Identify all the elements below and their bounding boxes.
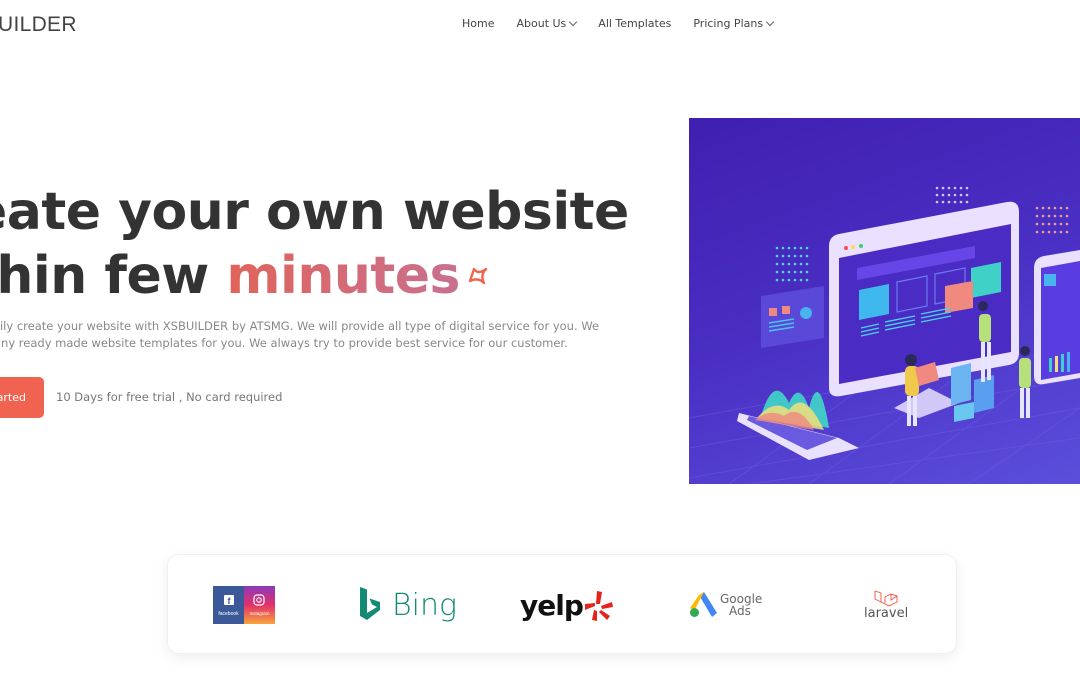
dot-grid-right [1035,206,1069,234]
hero-title-accent: minutes [226,246,460,306]
partner-logos-strip: f facebook Instagram Bing yelp Google Ad… [167,554,957,654]
logo-laravel[interactable]: laravel [864,555,908,655]
nav-home[interactable]: Home [462,17,494,30]
nav-pricing-label: Pricing Plans [693,17,764,30]
bing-icon [360,587,380,620]
nav-pricing-plans[interactable]: Pricing Plans [693,17,775,30]
right-screen [1034,250,1080,385]
hero-title-line1: eate your own website [0,182,629,242]
google-ads-label: Google Ads [720,593,762,617]
laravel-label: laravel [864,605,909,621]
main-nav: Home About Us All Templates Pricing Plan… [462,17,795,30]
chevron-down-icon [569,17,578,27]
facebook-instagram-icon: f facebook Instagram [213,586,275,624]
bing-label: Bing [392,587,457,623]
logo-facebook-instagram[interactable]: f facebook Instagram [213,555,275,655]
nav-templates-label: All Templates [598,17,672,30]
website-builder-illustration [689,186,1080,484]
nav-about-label: About Us [516,17,567,30]
logo-google-ads[interactable]: Google Ads [690,555,762,655]
hero-illustration [689,118,1080,484]
hero-title: eate your own website thin few minutes [0,180,629,308]
google-ads-label-line2: Ads [729,604,751,618]
sparkle-icon [468,267,488,285]
google-ads-icon [690,592,717,617]
nav-all-templates[interactable]: All Templates [598,17,671,30]
logo-yelp[interactable]: yelp [520,555,613,655]
nav-home-label: Home [462,17,495,30]
yelp-burst-icon [584,591,613,621]
site-logo[interactable]: UILDER [0,13,77,37]
get-started-button[interactable]: arted [0,377,44,418]
hero-title-line2: thin few [0,246,209,306]
svg-text:Instagram: Instagram [249,611,269,616]
side-card [761,286,824,348]
dot-grid-left [775,246,809,282]
chevron-down-icon [765,17,775,27]
logo-bing[interactable]: Bing [358,555,457,655]
trial-note: 10 Days for free trial , No card require… [56,390,283,404]
svg-text:facebook: facebook [218,611,239,617]
yelp-label: yelp [520,588,584,622]
hero-description: sily create your website with XSBUILDER … [0,318,600,352]
hero-description-line2: any ready made website templates for you… [0,336,568,350]
dot-grid-top [935,186,969,204]
hero-description-line1: sily create your website with XSBUILDER … [0,319,600,333]
nav-about-us[interactable]: About Us [516,17,578,30]
phone-chart [737,390,859,460]
